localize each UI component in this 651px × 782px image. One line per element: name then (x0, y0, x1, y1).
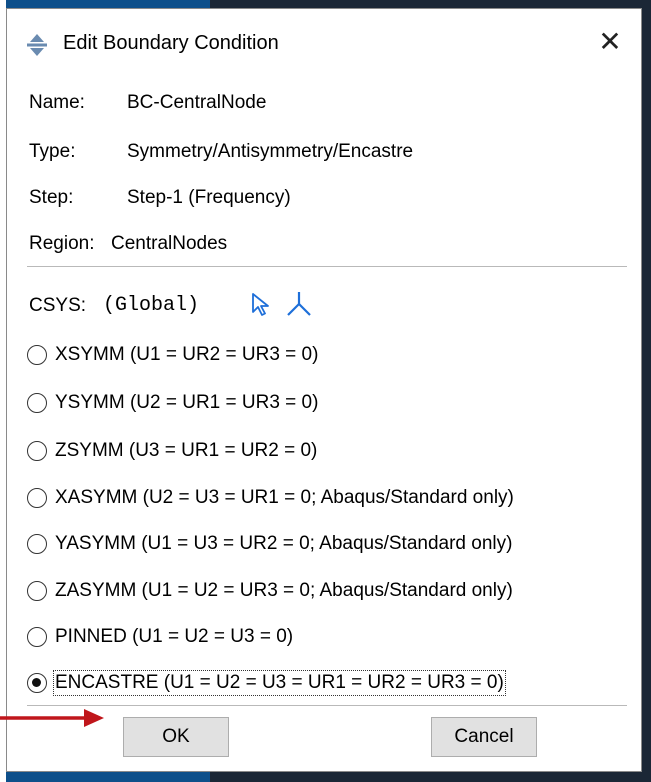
region-row: Region: CentralNodes (29, 233, 227, 255)
separator (27, 266, 627, 267)
radio-button[interactable] (27, 627, 47, 647)
option-label: ENCASTRE (U1 = U2 = U3 = UR1 = UR2 = UR3… (53, 670, 506, 696)
name-value: BC-CentralNode (127, 92, 267, 113)
edit-boundary-condition-dialog: Edit Boundary Condition ✕ Name: BC-Centr… (6, 8, 642, 772)
close-icon: ✕ (598, 26, 622, 57)
csys-value: (Global) (103, 294, 200, 317)
option-label: YSYMM (U2 = UR1 = UR3 = 0) (55, 392, 319, 413)
radio-button[interactable] (27, 581, 47, 601)
option-zasymm[interactable]: ZASYMM (U1 = U2 = UR3 = 0; Abaqus/Standa… (27, 577, 637, 607)
dialog-title: Edit Boundary Condition (63, 32, 279, 54)
step-value: Step-1 (Frequency) (127, 187, 291, 208)
option-yasymm[interactable]: YASYMM (U1 = U3 = UR2 = 0; Abaqus/Standa… (27, 530, 637, 560)
option-zsymm[interactable]: ZSYMM (U3 = UR1 = UR2 = 0) (27, 437, 637, 467)
csys-label: CSYS: (29, 295, 87, 316)
radio-button[interactable] (27, 534, 47, 554)
button-separator (27, 705, 627, 706)
region-label: Region: (29, 233, 95, 254)
name-row: Name: BC-CentralNode (29, 92, 266, 114)
option-label: YASYMM (U1 = U3 = UR2 = 0; Abaqus/Standa… (55, 533, 513, 554)
radio-button-selected[interactable] (27, 673, 47, 693)
radio-button[interactable] (27, 393, 47, 413)
option-encastre[interactable]: ENCASTRE (U1 = U2 = U3 = UR1 = UR2 = UR3… (27, 669, 637, 699)
ok-button[interactable]: OK (123, 717, 229, 757)
close-button[interactable]: ✕ (593, 25, 627, 59)
step-row: Step: Step-1 (Frequency) (29, 187, 291, 209)
option-label: PINNED (U1 = U2 = U3 = 0) (55, 626, 294, 647)
radio-button[interactable] (27, 441, 47, 461)
annotation-arrow-icon (0, 709, 104, 727)
option-xasymm[interactable]: XASYMM (U2 = U3 = UR1 = 0; Abaqus/Standa… (27, 484, 637, 514)
option-pinned[interactable]: PINNED (U1 = U2 = U3 = 0) (27, 623, 637, 653)
cursor-arrow-icon[interactable] (249, 292, 273, 318)
step-label: Step: (29, 187, 74, 208)
radio-button[interactable] (27, 488, 47, 508)
option-label: ZASYMM (U1 = U2 = UR3 = 0; Abaqus/Standa… (55, 580, 513, 601)
option-label: XASYMM (U2 = U3 = UR1 = 0; Abaqus/Standa… (55, 487, 514, 508)
type-label: Type: (29, 141, 76, 162)
option-xsymm[interactable]: XSYMM (U1 = UR2 = UR3 = 0) (27, 341, 637, 371)
name-label: Name: (29, 92, 85, 113)
option-label: ZSYMM (U3 = UR1 = UR2 = 0) (55, 440, 318, 461)
type-row: Type: Symmetry/Antisymmetry/Encastre (29, 141, 413, 163)
cancel-button[interactable]: Cancel (431, 717, 537, 757)
csys-axes-icon[interactable] (285, 290, 313, 318)
option-label: XSYMM (U1 = UR2 = UR3 = 0) (55, 344, 319, 365)
type-value: Symmetry/Antisymmetry/Encastre (127, 141, 414, 162)
boundary-condition-icon (27, 34, 47, 56)
option-ysymm[interactable]: YSYMM (U2 = UR1 = UR3 = 0) (27, 389, 637, 419)
region-value: CentralNodes (111, 233, 228, 254)
radio-button[interactable] (27, 345, 47, 365)
title-bar[interactable]: Edit Boundary Condition ✕ (7, 9, 641, 71)
